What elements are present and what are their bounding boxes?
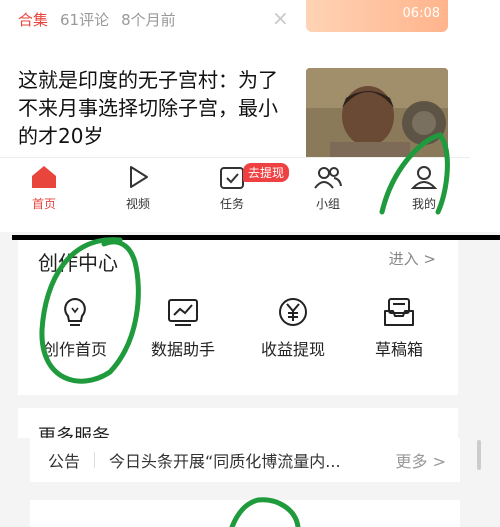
tool-data-assistant[interactable]: 数据助手 xyxy=(138,294,228,360)
home-icon xyxy=(32,166,56,188)
tab-profile-label: 我的 xyxy=(411,197,436,211)
collection-tag[interactable]: 合集 xyxy=(18,9,48,30)
yen-icon xyxy=(279,298,307,326)
tool-data-assistant-label: 数据助手 xyxy=(150,340,215,359)
comment-count[interactable]: 61评论 xyxy=(60,9,109,30)
tab-groups[interactable]: 小组 xyxy=(298,164,358,212)
tab-home[interactable]: 首页 xyxy=(14,164,74,212)
tab-home-label: 首页 xyxy=(31,197,56,211)
task-check-icon xyxy=(220,167,244,189)
tab-video-label: 视频 xyxy=(125,197,150,211)
post-time: 8个月前 xyxy=(121,11,176,29)
creator-center-card: 创作中心 进入 > 创作首页 数据助手 收益提现 草稿箱 xyxy=(18,240,458,395)
more-services-card: 更多服务 xyxy=(18,408,458,438)
notice-more-link[interactable]: 更多 > xyxy=(396,448,447,472)
notice-bar[interactable]: 公告 今日头条开展“同质化博流量内... 更多 > xyxy=(30,438,460,482)
tool-drafts[interactable]: 草稿箱 xyxy=(354,294,444,360)
thumbnail-image xyxy=(306,68,448,164)
notice-text[interactable]: 今日头条开展“同质化博流量内... xyxy=(109,448,395,472)
lightbulb-icon xyxy=(64,297,86,326)
news-feed-panel: 合集 61评论 8个月前 × 06:08 这就是印度的无子宫村：为了不来月事选择… xyxy=(0,0,500,232)
scrollbar[interactable] xyxy=(477,440,481,470)
tab-profile[interactable]: 我的 xyxy=(394,164,454,212)
tool-drafts-label: 草稿箱 xyxy=(374,340,423,359)
previous-article-thumbnail[interactable]: 06:08 xyxy=(306,0,448,32)
tab-tasks-label: 任务 xyxy=(219,197,244,211)
play-icon xyxy=(130,166,148,188)
article-thumbnail[interactable] xyxy=(306,68,448,164)
video-duration: 06:08 xyxy=(402,6,440,21)
dismiss-close-icon[interactable]: × xyxy=(272,6,289,30)
enter-link[interactable]: 进入 > xyxy=(389,248,436,269)
creator-center-title: 创作中心 xyxy=(38,251,118,275)
withdraw-badge[interactable]: 去提现 xyxy=(243,163,290,182)
chart-icon xyxy=(168,299,198,326)
tool-creation-home-label: 创作首页 xyxy=(42,340,107,359)
tool-earnings-withdraw[interactable]: 收益提现 xyxy=(248,294,338,360)
notice-separator xyxy=(94,452,96,468)
profile-icon xyxy=(410,166,438,189)
next-card xyxy=(30,500,460,527)
article-meta: 合集 61评论 8个月前 xyxy=(18,9,176,30)
group-icon xyxy=(314,167,342,189)
tool-creation-home[interactable]: 创作首页 xyxy=(30,294,120,360)
bottom-tab-bar: 首页 视频 任务 小组 我的 xyxy=(0,157,470,218)
tool-earnings-withdraw-label: 收益提现 xyxy=(260,340,325,359)
more-services-title: 更多服务 xyxy=(38,426,110,438)
tab-video[interactable]: 视频 xyxy=(108,164,168,212)
tab-groups-label: 小组 xyxy=(315,197,340,211)
drafts-icon xyxy=(384,298,414,326)
article-title[interactable]: 这就是印度的无子宫村：为了不来月事选择切除子宫，最小的才20岁 xyxy=(18,66,288,150)
notice-label: 公告 xyxy=(48,452,81,471)
